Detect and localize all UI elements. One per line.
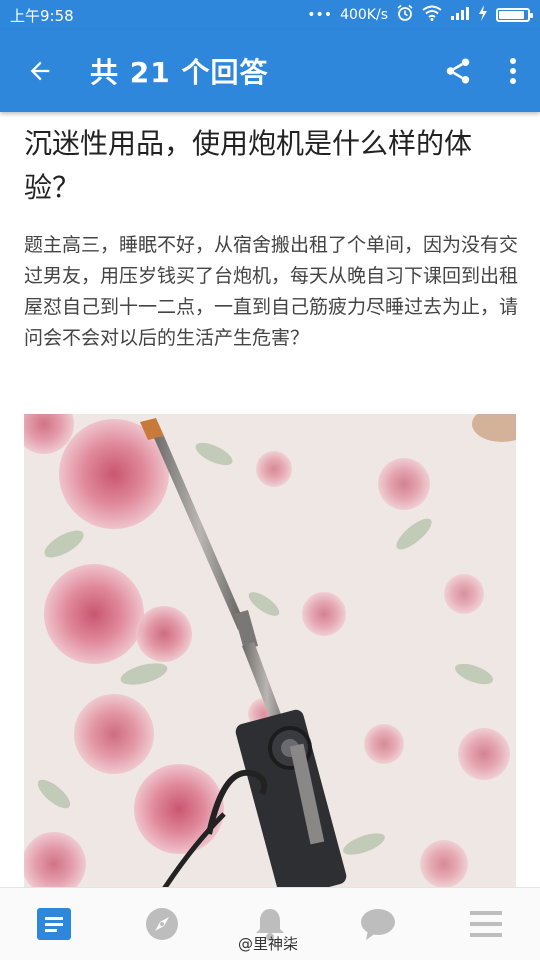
signal-icon: [450, 6, 470, 24]
page-title: 共 21 个回答: [90, 56, 269, 89]
share-icon: [446, 58, 470, 84]
battery-icon: [496, 8, 533, 22]
nav-more[interactable]: [456, 894, 516, 954]
compass-icon: [146, 908, 178, 940]
back-button[interactable]: [0, 30, 80, 112]
watermark: @里神柒: [238, 935, 299, 953]
more-options-button[interactable]: [486, 30, 540, 112]
wifi-icon: [422, 5, 442, 25]
battery-level: [499, 11, 525, 19]
arrow-left-icon: [30, 61, 50, 81]
alarm-icon: [396, 4, 414, 26]
question-title: 沉迷性用品，使用炮机是什么样的体验？: [24, 127, 473, 204]
status-time: 上午9:58: [10, 6, 74, 25]
question-photo[interactable]: [24, 414, 516, 887]
network-speed: 400K/s: [340, 7, 388, 23]
nav-explore[interactable]: [132, 894, 192, 954]
status-indicators: ••• 400K/s: [307, 4, 533, 26]
menu-icon: [470, 911, 502, 937]
nav-messages[interactable]: [348, 894, 408, 954]
share-button[interactable]: [430, 30, 486, 112]
feed-icon: [37, 908, 71, 940]
app-bar: 共 21 个回答: [0, 30, 540, 112]
nav-feed[interactable]: [24, 894, 84, 954]
charging-icon: [478, 5, 488, 25]
chat-icon: [361, 909, 395, 940]
notification-dots: •••: [307, 7, 333, 23]
more-vert-icon: [510, 58, 516, 84]
status-bar: 上午9:58 ••• 400K/s: [0, 0, 540, 30]
question-detail: 题主高三，睡眠不好，从宿舍搬出租了个单间，因为没有交过男友，用压岁钱买了台炮机，…: [24, 234, 519, 349]
question-content[interactable]: 沉迷性用品，使用炮机是什么样的体验？ 题主高三，睡眠不好，从宿舍搬出租了个单间，…: [0, 112, 540, 887]
